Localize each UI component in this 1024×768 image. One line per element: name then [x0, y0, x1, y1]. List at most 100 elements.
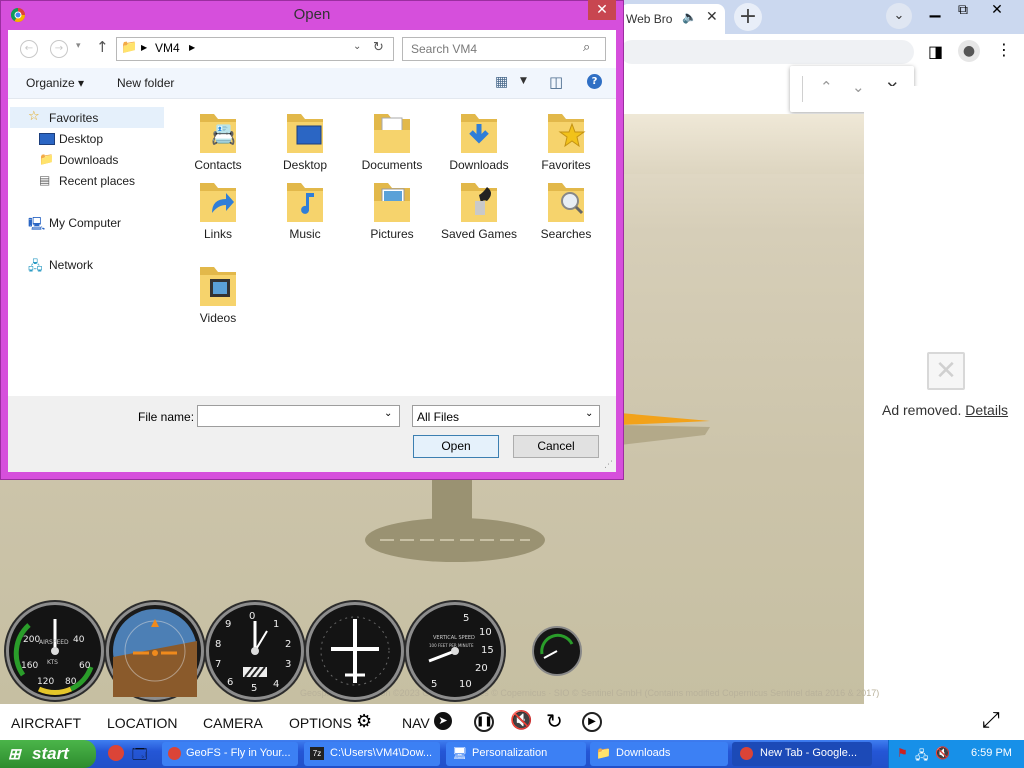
open-button[interactable]: Open [413, 435, 499, 458]
airspeed-tick: 200 [23, 635, 41, 645]
dialog-close-button[interactable]: ✕ [588, 0, 616, 20]
view-dropdown-icon[interactable]: ▼ [520, 76, 527, 86]
tab-search-button[interactable]: ⌄ [886, 3, 912, 29]
nav-downloads[interactable]: Downloads [59, 153, 118, 167]
mute-icon[interactable]: 🔇 [510, 710, 532, 731]
ad-removed-icon: ✕ [927, 352, 965, 390]
reset-icon[interactable]: ↻ [546, 709, 563, 733]
security-alert-icon[interactable]: ⚑ [897, 746, 908, 760]
taskbar-item-personalization[interactable]: 🖥 Personalization [446, 742, 586, 766]
path-dropdown-icon[interactable]: ⌄ [353, 41, 361, 52]
altimeter-tick: 6 [227, 677, 234, 688]
file-type-select[interactable]: All Files ⌄ [412, 405, 600, 427]
cancel-button[interactable]: Cancel [513, 435, 599, 458]
altimeter-gauge: 0 1 2 3 4 5 6 7 8 9 [206, 602, 304, 700]
volume-muted-icon[interactable]: 🔇 [935, 746, 950, 760]
new-tab-button[interactable]: + [734, 3, 762, 31]
folder-label: Favorites [541, 158, 591, 172]
ad-details-link[interactable]: Details [965, 402, 1008, 418]
path-chevron-icon[interactable]: ▶ [189, 43, 195, 52]
find-previous-icon[interactable]: ⌃ [820, 78, 833, 96]
folder-downloads[interactable]: Downloads [439, 108, 519, 172]
vsi-tick: 15 [481, 645, 494, 656]
organize-button[interactable]: Organize ▾ [26, 76, 84, 90]
folder-desktop[interactable]: Desktop [265, 108, 345, 172]
address-path-box[interactable]: 📁 ▶ VM4 ▶ ⌄ ↻ [116, 37, 394, 61]
play-icon[interactable]: ▶ [582, 712, 602, 732]
view-options-icon[interactable]: ▦ [495, 74, 508, 90]
nav-my-computer[interactable]: My Computer [49, 216, 121, 230]
folder-label: Videos [199, 311, 237, 325]
file-name-dropdown-icon[interactable]: ⌄ [384, 408, 392, 419]
explorer-quicklaunch-icon[interactable]: 🗔 [132, 744, 147, 768]
nav-desktop[interactable]: Desktop [59, 132, 103, 146]
up-arrow-icon[interactable]: ↑ [96, 38, 109, 56]
nav-network[interactable]: Network [49, 258, 93, 272]
folder-videos[interactable]: Videos [178, 261, 258, 325]
camera-menu[interactable]: CAMERA [203, 715, 263, 731]
folder-saved-games[interactable]: Saved Games [439, 177, 519, 241]
favorites-star-icon: ☆ [28, 109, 40, 124]
contacts-icon: 📇 [211, 124, 236, 146]
ad-removed-label: Ad removed. [882, 402, 962, 418]
new-folder-button[interactable]: New folder [117, 76, 174, 90]
find-next-icon[interactable]: ⌄ [852, 78, 865, 96]
recent-locations-icon[interactable]: ▾ [76, 41, 81, 51]
restore-button[interactable]: ⧉ [948, 0, 978, 22]
folder-favorites[interactable]: Favorites [526, 108, 606, 172]
windows-logo-icon: ⊞ [8, 746, 21, 763]
options-menu[interactable]: OPTIONS [289, 715, 352, 731]
taskbar-item-geofs[interactable]: GeoFS - Fly in Your... [162, 742, 298, 766]
side-panel-icon[interactable]: ◨ [928, 42, 943, 61]
airspeed-tick: 40 [73, 635, 85, 645]
compass-icon[interactable]: ➤ [434, 712, 452, 730]
path-chevron-icon: ▶ [141, 43, 148, 52]
refresh-icon[interactable]: ↻ [373, 40, 384, 55]
altimeter-tick: 9 [225, 619, 232, 630]
taskbar-item-label: GeoFS - Fly in Your... [186, 747, 291, 759]
window-close-button[interactable]: ✕ [982, 0, 1012, 22]
nav-menu[interactable]: NAV [402, 715, 430, 731]
network-tray-icon[interactable]: 🖧 [915, 746, 928, 767]
profile-avatar[interactable]: ● [958, 40, 980, 62]
file-type-dropdown-icon[interactable]: ⌄ [585, 408, 593, 419]
command-bar: Organize ▾ New folder ▦ ▼ ◫ ? [8, 68, 616, 99]
rpm-gauge [532, 626, 582, 676]
resize-grip-icon[interactable]: ⋰ [604, 460, 613, 470]
folder-searches[interactable]: Searches [526, 177, 606, 241]
nav-favorites[interactable]: Favorites [49, 111, 98, 125]
path-segment[interactable]: VM4 [155, 41, 180, 55]
tab-close-icon[interactable]: ✕ [706, 9, 718, 25]
nav-recent-places[interactable]: Recent places [59, 174, 135, 188]
pause-icon[interactable]: ❚❚ [474, 712, 494, 732]
address-bar[interactable] [620, 40, 914, 64]
gear-icon[interactable]: ⚙ [356, 711, 372, 732]
taskbar-item-downloads[interactable]: 📁 Downloads [590, 742, 728, 766]
help-icon[interactable]: ? [587, 74, 602, 89]
heading-indicator [306, 602, 404, 700]
search-icon[interactable]: ⌕ [583, 40, 590, 55]
minimize-button[interactable]: ▁ [920, 0, 950, 22]
folder-pictures[interactable]: Pictures [352, 177, 432, 241]
taskbar-item-7zip[interactable]: 7z C:\Users\VM4\Dow... [304, 742, 440, 766]
location-menu[interactable]: LOCATION [107, 715, 178, 731]
fullscreen-icon[interactable]: ⤢ [982, 708, 1000, 733]
folder-links[interactable]: Links [178, 177, 258, 241]
folder-label: Desktop [282, 158, 328, 172]
attitude-indicator [106, 602, 204, 700]
preview-pane-icon[interactable]: ◫ [549, 73, 563, 91]
back-arrow-icon[interactable]: ← [20, 40, 38, 58]
search-input[interactable]: Search VM4 ⌕ [402, 37, 606, 61]
start-button[interactable]: ⊞ start [0, 740, 96, 768]
aircraft-menu[interactable]: AIRCRAFT [11, 715, 81, 731]
folder-music[interactable]: Music [265, 177, 345, 241]
chrome-quicklaunch-icon[interactable] [108, 745, 124, 761]
more-menu-icon[interactable]: ⋮ [996, 40, 1012, 59]
file-name-input[interactable]: ⌄ [197, 405, 400, 427]
folder-contacts[interactable]: 📇 Contacts [178, 108, 258, 172]
folder-documents[interactable]: Documents [352, 108, 432, 172]
speaker-icon[interactable]: 🔈 [682, 10, 697, 24]
taskbar-item-new-tab[interactable]: New Tab - Google... [732, 742, 872, 766]
forward-arrow-icon[interactable]: → [50, 40, 68, 58]
browser-tab[interactable]: Web Bro 🔈 ✕ [620, 4, 725, 34]
